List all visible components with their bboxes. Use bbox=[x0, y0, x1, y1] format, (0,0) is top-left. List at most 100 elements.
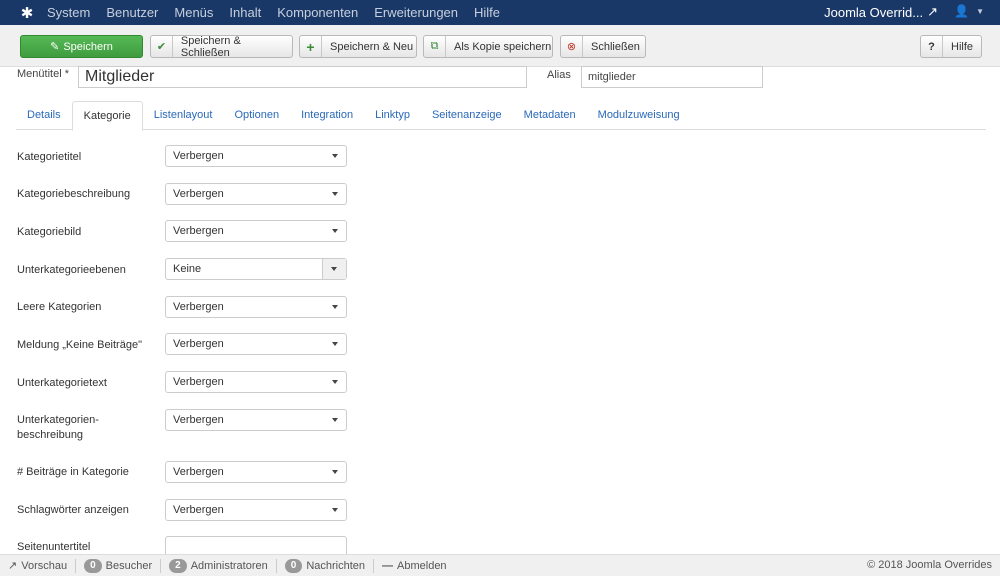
field-label: Kategorietitel bbox=[17, 151, 82, 163]
menu-title-label: Menütitel * bbox=[17, 68, 69, 80]
chevron-down-icon bbox=[332, 154, 338, 158]
save-close-label: Speichern & Schließen bbox=[180, 34, 241, 59]
select-value: Verbergen bbox=[173, 225, 224, 237]
site-link[interactable]: Joomla Overrid... ↗ bbox=[824, 4, 938, 20]
menu-menues[interactable]: Menüs bbox=[174, 5, 213, 20]
dropdown-toggle[interactable] bbox=[322, 259, 346, 279]
admins-badge: 2 bbox=[169, 558, 187, 573]
menu-system[interactable]: System bbox=[47, 5, 90, 20]
tab-seitenanzeige[interactable]: Seitenanzeige bbox=[421, 101, 513, 130]
cancel-icon: ⊗ bbox=[561, 36, 583, 57]
preview-link[interactable]: ↗ Vorschau bbox=[0, 558, 77, 573]
alias-label: Alias bbox=[547, 69, 571, 81]
user-icon: 👤 bbox=[954, 4, 970, 18]
field-label: Unterkategorien-beschreibung bbox=[17, 414, 99, 441]
subcategory-description-select[interactable]: Verbergen bbox=[165, 409, 347, 431]
no-articles-message-select[interactable]: Verbergen bbox=[165, 333, 347, 355]
save-copy-label: Als Kopie speichern bbox=[454, 40, 552, 53]
menu-inhalt[interactable]: Inhalt bbox=[229, 5, 261, 20]
messages-link[interactable]: 0 Nachrichten bbox=[277, 558, 375, 573]
title-row: Menütitel * Mitglieder Alias mitglieder bbox=[0, 66, 1000, 92]
toolbar: ✎ Speichern ✔ Speichern & Schließen + Sp… bbox=[0, 25, 1000, 67]
external-link-icon: ↗ bbox=[927, 4, 938, 19]
select-value: Verbergen bbox=[173, 150, 224, 162]
category-description-select[interactable]: Verbergen bbox=[165, 183, 347, 205]
field-label: Meldung „Keine Beiträge" bbox=[17, 339, 142, 351]
site-name: Joomla Overrid... bbox=[824, 4, 924, 20]
external-link-icon: ↗ bbox=[8, 560, 18, 572]
joomla-icon[interactable]: ✱ bbox=[17, 3, 37, 23]
check-icon: ✔ bbox=[151, 36, 173, 57]
select-value: Verbergen bbox=[173, 188, 224, 200]
chevron-down-icon bbox=[332, 192, 338, 196]
field-label: # Beiträge in Kategorie bbox=[17, 466, 129, 478]
chevron-down-icon bbox=[332, 229, 338, 233]
status-bar: ↗ Vorschau 0 Besucher 2 Administratoren … bbox=[0, 554, 1000, 576]
help-label: Hilfe bbox=[951, 40, 974, 53]
chevron-down-icon bbox=[332, 470, 338, 474]
messages-label: Nachrichten bbox=[306, 559, 366, 572]
tab-integration[interactable]: Integration bbox=[290, 101, 364, 130]
field-label: Leere Kategorien bbox=[17, 301, 102, 313]
user-menu[interactable]: 👤 ▼ bbox=[954, 4, 984, 18]
select-value: Verbergen bbox=[173, 504, 224, 516]
chevron-down-icon bbox=[332, 342, 338, 346]
tab-details[interactable]: Details bbox=[16, 101, 72, 130]
edit-icon: ✎ bbox=[50, 41, 60, 53]
field-label: Unterkategorietext bbox=[17, 377, 107, 389]
menu-komponenten[interactable]: Komponenten bbox=[277, 5, 358, 20]
category-title-select[interactable]: Verbergen bbox=[165, 145, 347, 167]
save-new-button[interactable]: + Speichern & Neu bbox=[299, 35, 417, 58]
category-image-select[interactable]: Verbergen bbox=[165, 220, 347, 242]
admins-link[interactable]: 2 Administratoren bbox=[161, 558, 277, 573]
main-menu: System Benutzer Menüs Inhalt Komponenten… bbox=[47, 5, 516, 20]
tab-linktyp[interactable]: Linktyp bbox=[364, 101, 421, 130]
visitors-badge: 0 bbox=[84, 558, 102, 573]
visitors-link[interactable]: 0 Besucher bbox=[76, 558, 162, 573]
chevron-down-icon: ▼ bbox=[976, 6, 984, 16]
select-value: Verbergen bbox=[173, 338, 224, 350]
chevron-down-icon bbox=[332, 508, 338, 512]
minus-icon: — bbox=[382, 559, 394, 572]
select-value: Keine bbox=[173, 263, 202, 275]
subcategory-text-select[interactable]: Verbergen bbox=[165, 371, 347, 393]
admins-label: Administratoren bbox=[190, 559, 268, 572]
tab-metadaten[interactable]: Metadaten bbox=[513, 101, 587, 130]
tab-listenlayout[interactable]: Listenlayout bbox=[143, 101, 224, 130]
tab-optionen[interactable]: Optionen bbox=[223, 101, 290, 130]
save-button[interactable]: ✎ Speichern bbox=[20, 35, 143, 58]
chevron-down-icon bbox=[332, 418, 338, 422]
visitors-label: Besucher bbox=[105, 559, 153, 572]
save-copy-button[interactable]: ⧉ Als Kopie speichern bbox=[423, 35, 553, 58]
preview-label: Vorschau bbox=[21, 559, 68, 572]
copy-icon: ⧉ bbox=[424, 36, 446, 57]
menu-hilfe[interactable]: Hilfe bbox=[474, 5, 500, 20]
logout-label: Abmelden bbox=[397, 559, 447, 572]
help-button[interactable]: ? Hilfe bbox=[920, 35, 982, 58]
menu-benutzer[interactable]: Benutzer bbox=[106, 5, 158, 20]
tab-kategorie[interactable]: Kategorie bbox=[71, 101, 143, 131]
field-label: Seitenuntertitel bbox=[17, 541, 91, 553]
empty-categories-select[interactable]: Verbergen bbox=[165, 296, 347, 318]
close-button[interactable]: ⊗ Schließen bbox=[560, 35, 646, 58]
subcategory-levels-select[interactable]: Keine bbox=[165, 258, 347, 280]
field-label: Schlagwörter anzeigen bbox=[17, 504, 129, 516]
save-close-button[interactable]: ✔ Speichern & Schließen bbox=[150, 34, 293, 59]
plus-icon: + bbox=[300, 36, 322, 57]
alias-input[interactable]: mitglieder bbox=[581, 66, 763, 88]
show-tags-select[interactable]: Verbergen bbox=[165, 499, 347, 521]
chevron-down-icon bbox=[331, 267, 337, 271]
menu-title-input[interactable]: Mitglieder bbox=[78, 66, 527, 88]
logout-link[interactable]: — Abmelden bbox=[374, 559, 455, 573]
tab-modulzuweisung[interactable]: Modulzuweisung bbox=[587, 101, 691, 130]
articles-count-select[interactable]: Verbergen bbox=[165, 461, 347, 483]
close-label: Schließen bbox=[591, 40, 640, 53]
tab-bar: Details Kategorie Listenlayout Optionen … bbox=[16, 101, 986, 131]
select-value: Verbergen bbox=[173, 466, 224, 478]
top-navbar: ✱ System Benutzer Menüs Inhalt Komponent… bbox=[0, 0, 1000, 25]
field-label: Kategoriebild bbox=[17, 226, 82, 238]
select-value: Verbergen bbox=[173, 414, 224, 426]
menu-erweiterungen[interactable]: Erweiterungen bbox=[374, 5, 458, 20]
chevron-down-icon bbox=[332, 305, 338, 309]
copyright-text: © 2018 Joomla Overrides bbox=[867, 559, 992, 571]
